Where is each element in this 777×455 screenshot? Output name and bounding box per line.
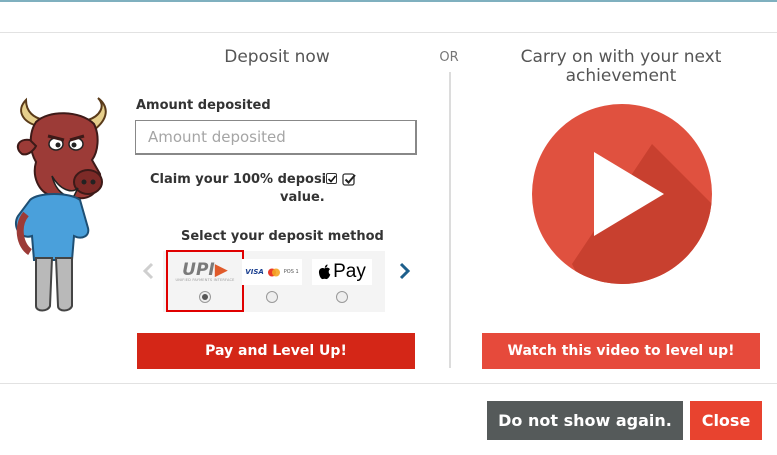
pay-and-level-up-button[interactable]: Pay and Level Up! xyxy=(137,333,415,369)
chevron-right-icon[interactable] xyxy=(397,262,411,280)
deposit-title: Deposit now xyxy=(224,47,330,67)
header-divider xyxy=(0,32,777,33)
amount-input[interactable] xyxy=(135,120,417,155)
claim-deposit-label-cont: value. xyxy=(280,190,325,205)
apple-pay-logo: Pay xyxy=(312,259,372,285)
or-separator-label: OR xyxy=(439,50,459,65)
vertical-divider xyxy=(449,72,451,368)
payment-option-card[interactable]: VISA POS 1 xyxy=(234,251,310,311)
card-logos: VISA POS 1 xyxy=(242,259,302,285)
mastercard-icon xyxy=(267,268,280,276)
close-button[interactable]: Close xyxy=(690,401,762,440)
checkbox-check-icon xyxy=(342,173,356,186)
footer-divider xyxy=(0,383,777,384)
chevron-left-icon[interactable] xyxy=(142,262,156,280)
upi-logo: UPI▶ UNIFIED PAYMENTS INTERFACE xyxy=(175,260,235,283)
bull-mascot-icon xyxy=(14,97,107,312)
payment-option-upi[interactable]: UPI▶ UNIFIED PAYMENTS INTERFACE xyxy=(166,250,244,312)
play-icon[interactable] xyxy=(532,104,712,284)
claim-deposit-label: Claim your 100% deposit xyxy=(150,172,333,187)
do-not-show-again-button[interactable]: Do not show again. xyxy=(487,401,683,440)
claim-deposit-checkbox[interactable] xyxy=(326,173,337,184)
upi-radio[interactable] xyxy=(199,291,211,303)
apple-icon xyxy=(319,264,331,280)
top-border xyxy=(0,0,777,2)
amount-label: Amount deposited xyxy=(136,98,271,113)
video-title: Carry on with your next achievement xyxy=(520,47,722,86)
deposit-method-label: Select your deposit method xyxy=(181,229,384,244)
watch-video-button[interactable]: Watch this video to level up! xyxy=(482,333,760,369)
payment-option-apple-pay[interactable]: Pay xyxy=(304,251,380,311)
apple-pay-radio[interactable] xyxy=(336,291,348,303)
card-radio[interactable] xyxy=(266,291,278,303)
